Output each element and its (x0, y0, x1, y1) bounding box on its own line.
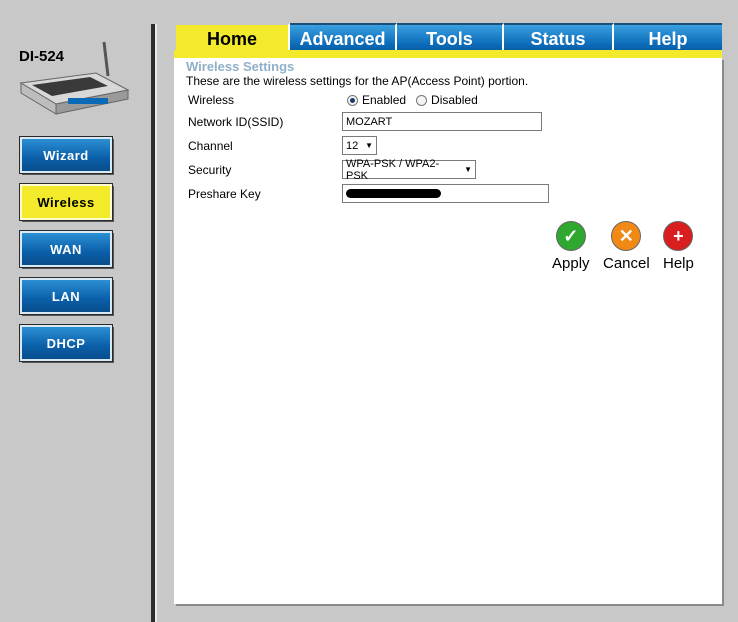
channel-select[interactable]: 12 ▼ (342, 136, 377, 155)
wireless-radio-group: Enabled Disabled (347, 93, 478, 107)
sidebar-item-lan[interactable]: LAN (19, 277, 113, 315)
preshare-label: Preshare Key (188, 187, 261, 201)
left-panel: DI-524 Wizard Wireless WAN LAN DHCP (0, 0, 150, 622)
radio-disabled-label: Disabled (431, 93, 478, 107)
sidebar-item-wan[interactable]: WAN (19, 230, 113, 268)
security-select[interactable]: WPA-PSK / WPA2-PSK ▼ (342, 157, 476, 182)
redaction-mark (346, 189, 441, 198)
dropdown-arrow-icon: ▼ (365, 141, 373, 150)
apply-label: Apply (552, 255, 590, 272)
help-button[interactable]: + Help (663, 221, 694, 272)
help-label: Help (663, 255, 694, 272)
tab-advanced[interactable]: Advanced (290, 23, 397, 53)
wireless-label: Wireless (188, 93, 235, 107)
sidebar-item-dhcp[interactable]: DHCP (19, 324, 113, 362)
channel-label: Channel (188, 139, 233, 153)
cancel-button[interactable]: ✕ Cancel (603, 221, 650, 272)
sidebar-item-wireless[interactable]: Wireless (19, 183, 113, 221)
top-tabs: Home Advanced Tools Status Help (176, 23, 724, 53)
tab-tools[interactable]: Tools (397, 23, 504, 53)
content-panel (174, 58, 722, 604)
plus-help-icon: + (663, 221, 694, 251)
apply-button[interactable]: ✓ Apply (552, 221, 590, 272)
ssid-label: Network ID(SSID) (188, 115, 284, 129)
tab-status[interactable]: Status (504, 23, 614, 53)
vertical-divider-highlight (155, 24, 157, 622)
tab-home[interactable]: Home (176, 23, 290, 53)
security-select-value: WPA-PSK / WPA2-PSK (346, 157, 440, 182)
checkmark-icon: ✓ (555, 221, 586, 251)
sidebar-item-wizard[interactable]: Wizard (19, 136, 113, 174)
channel-select-value: 12 (346, 139, 359, 152)
radio-enabled-label: Enabled (362, 93, 407, 107)
dropdown-arrow-icon: ▼ (464, 165, 472, 174)
section-description: These are the wireless settings for the … (186, 74, 529, 88)
cancel-x-icon: ✕ (611, 221, 642, 251)
model-label: DI-524 (19, 48, 65, 65)
section-title: Wireless Settings (186, 59, 295, 74)
cancel-label: Cancel (603, 255, 650, 272)
tab-help[interactable]: Help (614, 23, 722, 53)
radio-enabled[interactable] (347, 94, 358, 106)
radio-disabled[interactable] (416, 94, 428, 106)
security-label: Security (188, 163, 232, 177)
ssid-input[interactable]: MOZART (342, 112, 542, 131)
